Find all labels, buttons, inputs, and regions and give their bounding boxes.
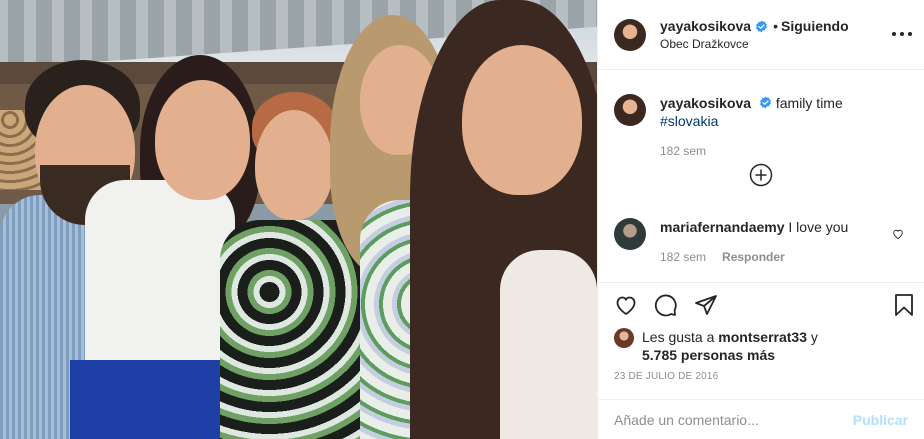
heart-icon[interactable] <box>614 293 638 317</box>
caption-age[interactable]: 182 sem <box>660 144 706 158</box>
likes-connector: y <box>806 329 818 345</box>
person-2-face <box>155 80 250 200</box>
author-avatar[interactable] <box>614 18 646 51</box>
following-button[interactable]: Siguiendo <box>781 18 849 34</box>
plus-circle-icon[interactable] <box>749 163 773 187</box>
liker-username[interactable]: montserrat33 <box>718 329 807 345</box>
commenter-username[interactable]: mariafernandaemy <box>660 219 785 235</box>
author-username[interactable]: yayakosikova <box>660 18 751 34</box>
comment-composer: Publicar <box>598 399 924 439</box>
verified-badge-icon <box>760 96 771 109</box>
more-options-icon[interactable] <box>892 28 912 40</box>
likes-prefix: Les gusta a <box>642 329 719 345</box>
comment-age[interactable]: 182 sem <box>660 250 706 264</box>
caption-author-avatar[interactable] <box>614 94 646 126</box>
caption-username[interactable]: yayakosikova <box>660 95 751 111</box>
person-2-skirt <box>70 360 235 439</box>
bookmark-icon[interactable] <box>892 293 916 317</box>
likes-count[interactable]: 5.785 personas más <box>642 347 775 363</box>
comment-like-heart-icon[interactable] <box>892 228 904 240</box>
post-sidebar: yayakosikova • Siguiendo Obec Dražkovce … <box>597 0 924 439</box>
comment-item: mariafernandaemy I love you 182 sem Resp… <box>614 218 900 264</box>
separator-dot: • <box>773 18 778 34</box>
author-info: yayakosikova • Siguiendo Obec Dražkovce <box>660 18 849 51</box>
post-actions: Les gusta a montserrat33 y 5.785 persona… <box>598 282 924 439</box>
post-photo[interactable] <box>0 0 597 439</box>
comment-icon[interactable] <box>654 293 678 317</box>
caption-hashtag[interactable]: #slovakia <box>660 113 718 129</box>
publish-button[interactable]: Publicar <box>853 412 908 428</box>
share-icon[interactable] <box>694 293 718 317</box>
caption: yayakosikova family time #slovakia 182 s… <box>614 94 900 158</box>
comment-text: I love you <box>788 219 849 235</box>
action-icons <box>614 293 718 317</box>
post-date[interactable]: 23 DE JULIO DE 2016 <box>614 371 718 382</box>
person-3-face <box>255 110 333 220</box>
person-5-top <box>500 250 597 439</box>
likes-summary: Les gusta a montserrat33 y 5.785 persona… <box>614 328 818 364</box>
instagram-post: yayakosikova • Siguiendo Obec Dražkovce … <box>0 0 924 439</box>
verified-badge-icon <box>756 20 767 32</box>
liker-avatar[interactable] <box>614 328 634 348</box>
post-header: yayakosikova • Siguiendo Obec Dražkovce <box>598 0 924 70</box>
reply-button[interactable]: Responder <box>722 250 785 264</box>
commenter-avatar[interactable] <box>614 218 646 250</box>
post-location[interactable]: Obec Dražkovce <box>660 37 849 51</box>
comments-section: yayakosikova family time #slovakia 182 s… <box>598 70 924 282</box>
comment-input[interactable] <box>614 412 853 428</box>
person-5-face <box>462 45 582 195</box>
caption-text: family time <box>775 95 843 111</box>
